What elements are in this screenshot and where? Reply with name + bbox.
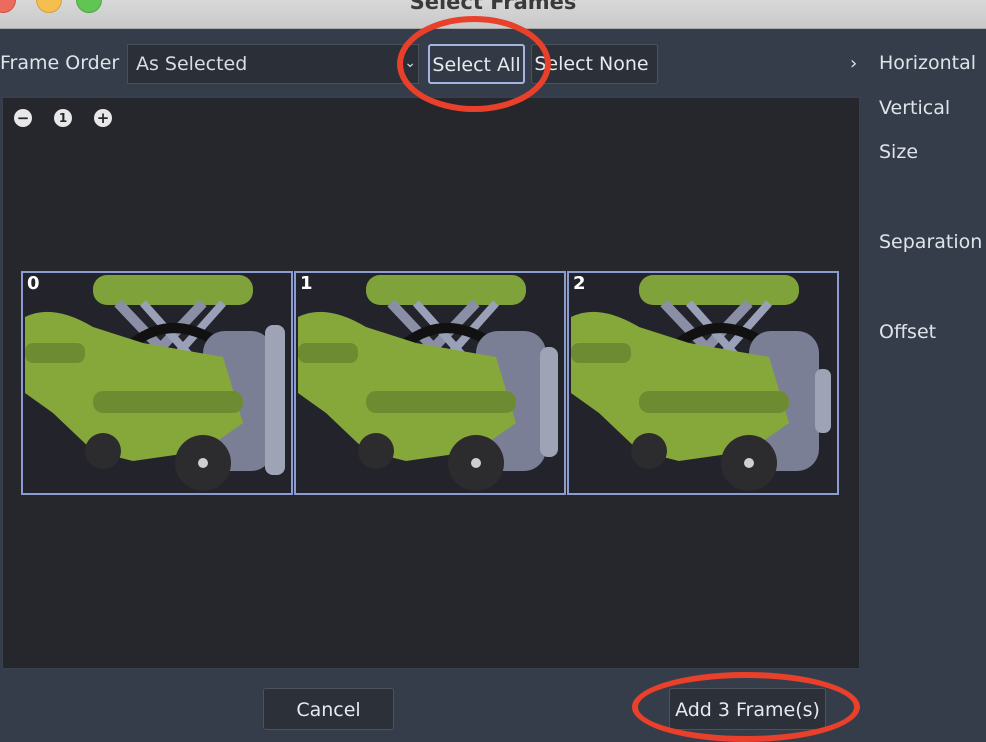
size-label: Size	[879, 141, 919, 163]
sprite-frame[interactable]: 2	[567, 271, 839, 495]
separation-label: Separation	[879, 231, 983, 253]
frames-viewport[interactable]: − 1 + 0 1 2	[2, 97, 860, 669]
horizontal-label: Horizontal	[879, 52, 977, 74]
zoom-out-icon[interactable]: −	[14, 109, 32, 127]
annotation-circle	[632, 672, 860, 742]
frame-index: 2	[573, 273, 586, 294]
lawnmower-sprite-icon	[298, 275, 558, 491]
annotation-circle	[397, 16, 551, 112]
zoom-reset-icon[interactable]: 1	[54, 109, 72, 127]
frame-index: 0	[27, 273, 40, 294]
vertical-label: Vertical	[879, 97, 951, 119]
zoom-in-icon[interactable]: +	[94, 109, 112, 127]
sprite-frame[interactable]: 0	[21, 271, 293, 495]
frame-index: 1	[300, 273, 313, 294]
lawnmower-sprite-icon	[25, 275, 285, 491]
frame-order-label: Frame Order	[0, 52, 120, 74]
frame-order-select[interactable]: As Selected ⌄	[127, 44, 419, 84]
offset-label: Offset	[879, 321, 937, 343]
frame-order-value: As Selected	[136, 53, 248, 75]
window-title: Select Frames	[409, 0, 577, 14]
cancel-button[interactable]: Cancel	[263, 688, 394, 730]
sprite-frame[interactable]: 1	[294, 271, 566, 495]
chevron-right-icon[interactable]: ›	[850, 53, 857, 74]
lawnmower-sprite-icon	[571, 275, 831, 491]
